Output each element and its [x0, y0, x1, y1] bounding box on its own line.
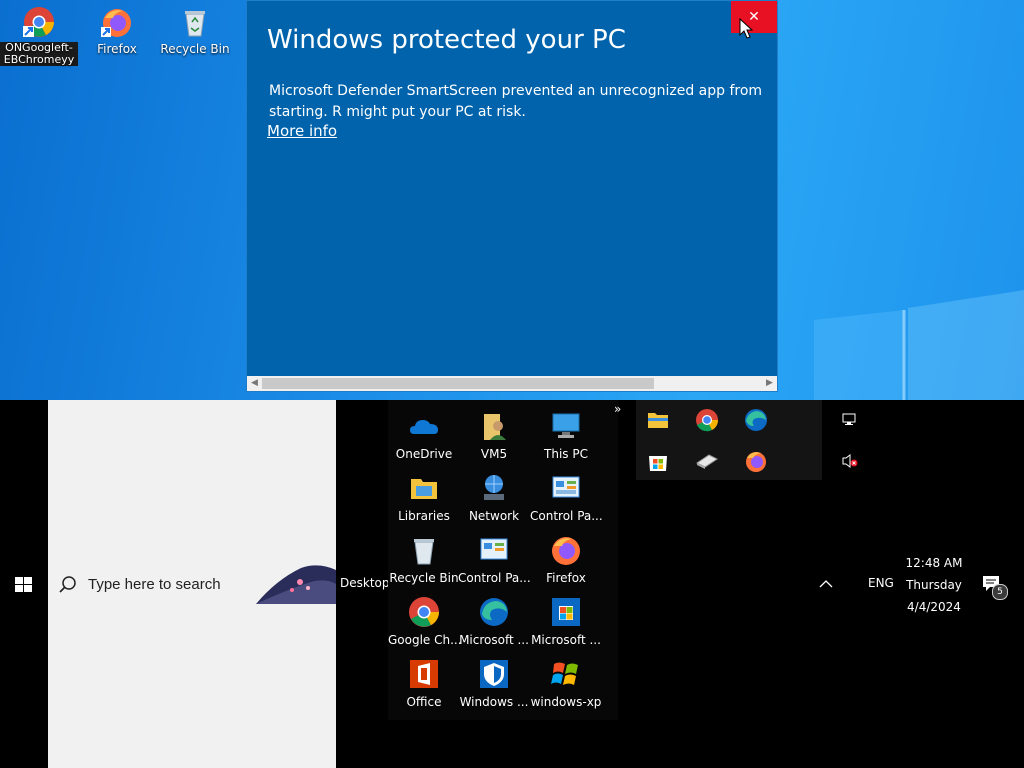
start-button[interactable]	[12, 575, 36, 595]
flyout-item-label: Firefox	[546, 571, 586, 585]
flyout-item-label: Network	[468, 509, 520, 523]
desktop-icon-label: Recycle Bin	[160, 42, 230, 56]
show-hidden-icons-chevron-up-icon[interactable]	[818, 576, 834, 592]
dialog-title: Windows protected your PC	[267, 25, 626, 55]
mouse-cursor-icon	[739, 18, 754, 39]
chrome-icon[interactable]	[695, 408, 719, 432]
desktop-icon-label: ONGoogleft- EBChromeyy	[0, 42, 78, 66]
scroll-right-icon[interactable]: ▶	[762, 376, 777, 391]
more-info-link[interactable]: More info	[267, 122, 337, 140]
flyout-item-label: VM5	[480, 447, 508, 461]
network-icon	[484, 475, 504, 500]
onedrive-icon	[410, 420, 438, 434]
flyout-item-label: OneDrive	[395, 447, 453, 461]
desktop-icon-label: Firefox	[97, 42, 137, 56]
flyout-item-windows-xp[interactable]: windows-xp	[530, 658, 602, 709]
flyout-item-firefox[interactable]: Firefox	[530, 534, 602, 585]
edge-icon[interactable]	[744, 408, 768, 432]
store-icon	[552, 598, 580, 626]
user-folder-icon	[484, 414, 506, 440]
recycle-bin-icon	[185, 11, 205, 37]
flyout-item-onedrive[interactable]: OneDrive	[388, 410, 460, 461]
flyout-item-windows-security[interactable]: Windows ...	[458, 658, 530, 709]
flyout-item-label: Microsoft ...	[459, 633, 529, 647]
flyout-item-label: Google Ch...	[388, 633, 462, 647]
desktop-toolbar-flyout: OneDrive VM5 This PC Libraries Network C…	[388, 400, 618, 720]
windows-logo-glow	[814, 290, 1024, 400]
flyout-item-vm5[interactable]: VM5	[458, 410, 530, 461]
toolbar-overflow-chevron-icon[interactable]: »	[614, 402, 621, 416]
horizontal-scrollbar[interactable]: ◀ ▶	[247, 376, 777, 391]
recycle-bin-icon	[414, 539, 434, 565]
network-status-icon[interactable]	[842, 412, 858, 428]
search-placeholder: Type here to search	[88, 576, 221, 593]
file-explorer-icon[interactable]	[646, 408, 670, 432]
chrome-icon	[23, 7, 54, 37]
desktop-icon-firefox[interactable]: Firefox	[78, 6, 156, 56]
flyout-item-label: Control Pa...	[458, 571, 531, 585]
scrollbar-thumb[interactable]	[262, 378, 654, 389]
flyout-item-label: Windows ...	[459, 695, 529, 709]
flyout-item-label: Libraries	[398, 509, 450, 523]
flyout-item-this-pc[interactable]: This PC	[530, 410, 602, 461]
flyout-item-libraries[interactable]: Libraries	[388, 472, 460, 523]
usb-drive-icon[interactable]	[695, 449, 719, 473]
control-panel-icon	[480, 538, 508, 560]
flyout-item-label: Control Pa...	[530, 509, 603, 523]
clock-time: 12:48 AM	[905, 556, 963, 570]
desktop-icon-chrome-shortcut[interactable]: ONGoogleft- EBChromeyy	[0, 6, 78, 66]
flyout-item-microsoft-store[interactable]: Microsoft ...	[530, 596, 602, 647]
flyout-item-label: This PC	[544, 447, 588, 461]
windows-security-icon	[480, 660, 508, 688]
clock-date: 4/4/2024	[907, 600, 961, 614]
flyout-item-office[interactable]: Office	[388, 658, 460, 709]
clock-day: Thursday	[906, 578, 962, 592]
dialog-message: Microsoft Defender SmartScreen prevented…	[269, 83, 763, 120]
flyout-item-control-panel-2[interactable]: Control Pa...	[458, 534, 531, 585]
edge-icon	[480, 598, 508, 626]
libraries-icon	[411, 479, 437, 499]
flyout-item-label: Office	[406, 695, 442, 709]
search-highlight-image	[256, 565, 336, 604]
store-icon[interactable]	[646, 449, 670, 473]
smartscreen-dialog: Windows protected your PC Microsoft Defe…	[246, 0, 778, 392]
control-panel-icon	[552, 476, 580, 498]
action-center-button[interactable]: 5	[982, 574, 1008, 600]
flyout-item-label: Microsoft ...	[531, 633, 601, 647]
desktop-toolbar-label[interactable]: Desktop	[340, 576, 390, 590]
flyout-item-label: windows-xp	[530, 695, 602, 709]
flyout-item-control-panel[interactable]: Control Pa...	[530, 472, 603, 523]
flyout-item-recycle-bin[interactable]: Recycle Bin	[388, 534, 460, 585]
chrome-icon	[409, 597, 439, 627]
flyout-item-network[interactable]: Network	[458, 472, 530, 523]
firefox-icon	[101, 9, 131, 37]
flyout-item-microsoft-edge[interactable]: Microsoft ...	[458, 596, 530, 647]
this-pc-icon	[552, 413, 580, 438]
office-icon	[410, 660, 438, 688]
flyout-item-google-chrome[interactable]: Google Ch...	[388, 596, 462, 647]
windows-start-icon	[15, 577, 32, 592]
flyout-item-label: Recycle Bin	[389, 571, 459, 585]
firefox-icon[interactable]	[744, 449, 768, 473]
notification-count-badge: 5	[992, 584, 1008, 600]
firefox-icon	[552, 537, 580, 565]
search-icon	[59, 576, 76, 593]
windows-xp-icon	[551, 662, 578, 685]
volume-muted-icon[interactable]	[842, 453, 858, 469]
scroll-left-icon[interactable]: ◀	[247, 376, 262, 391]
input-language-indicator[interactable]: ENG	[868, 576, 894, 590]
desktop-icon-recycle-bin[interactable]: Recycle Bin	[156, 6, 234, 56]
clock[interactable]: 12:48 AM Thursday 4/4/2024	[898, 552, 970, 618]
tray-overflow-popup	[636, 400, 822, 480]
